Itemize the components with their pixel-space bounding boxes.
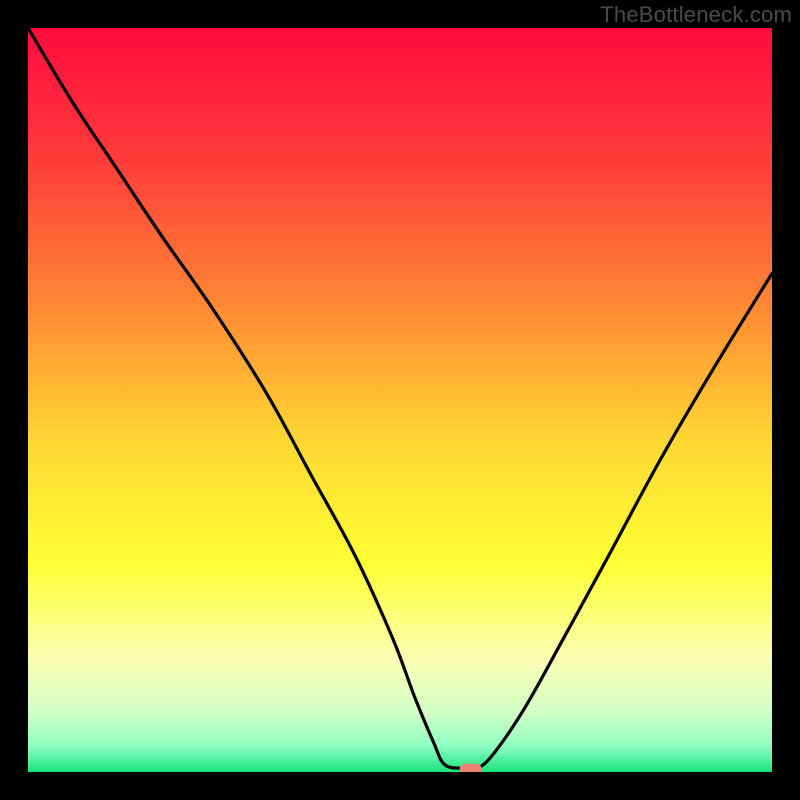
sweet-spot-marker <box>460 764 482 772</box>
watermark-text: TheBottleneck.com <box>600 2 792 28</box>
chart-svg <box>28 28 772 772</box>
chart-frame: TheBottleneck.com <box>0 0 800 800</box>
plot-area <box>28 28 772 772</box>
